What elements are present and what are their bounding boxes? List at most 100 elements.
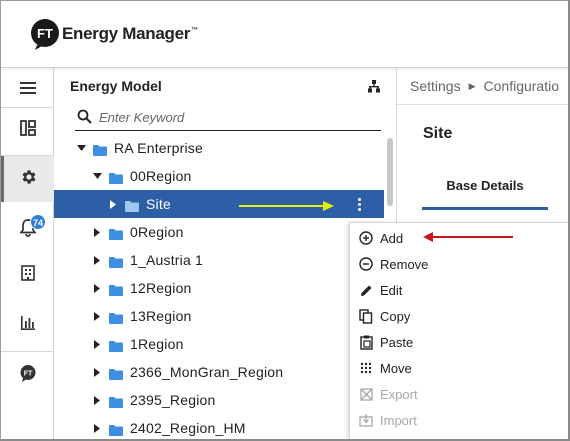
menu-item-paste[interactable]: Paste: [350, 329, 550, 355]
top-bar: FT Energy Manager™: [1, 1, 568, 68]
ft-logo-icon: FT: [29, 18, 61, 50]
caret-right-icon[interactable]: [91, 282, 103, 294]
notification-count-badge: 74: [30, 214, 47, 230]
annotation-arrow-yellow: [239, 199, 335, 217]
svg-text:FT: FT: [23, 370, 32, 377]
tree-node-2402-region-hm[interactable]: 2402_Region_HM: [54, 414, 384, 439]
ft-chat-icon: FT: [19, 364, 37, 387]
menu-item-label: Edit: [380, 282, 403, 298]
add-circle-icon: [358, 230, 374, 246]
menu-item-label: Export: [380, 386, 418, 402]
active-tab-indicator: [422, 207, 548, 210]
tree-node-0region[interactable]: 0Region: [54, 218, 384, 246]
svg-text:FT: FT: [37, 26, 53, 41]
caret-down-icon[interactable]: [75, 142, 87, 154]
energy-model-panel: Energy Model RA Enterprise 00Region: [54, 68, 397, 439]
caret-right-icon[interactable]: [91, 254, 103, 266]
tree-node-label: 13Region: [130, 308, 192, 324]
rail-reports-button[interactable]: [1, 303, 54, 347]
tree-node-label: 2366_MonGran_Region: [130, 364, 284, 380]
hierarchy-icon[interactable]: [368, 80, 380, 98]
panel-title: Energy Model: [70, 78, 162, 94]
tree-node-00region[interactable]: 00Region: [54, 162, 384, 190]
tree-node-label: 1Region: [130, 336, 184, 352]
caret-right-icon[interactable]: [91, 366, 103, 378]
tree-node-label: 2402_Region_HM: [130, 420, 246, 436]
row-more-options-button[interactable]: [354, 194, 364, 214]
search-input[interactable]: [99, 107, 369, 127]
rail-buildings-button[interactable]: [1, 253, 54, 297]
menu-item-label: Paste: [380, 334, 414, 350]
menu-item-edit[interactable]: Edit: [350, 277, 550, 303]
menu-icon: [19, 81, 36, 99]
folder-icon: [93, 143, 107, 156]
chevron-right-icon: ▶: [468, 81, 476, 91]
tree-node-label: 00Region: [130, 168, 192, 184]
tree-node-1-austria-1[interactable]: 1_Austria 1: [54, 246, 384, 274]
tree-node-2395-region[interactable]: 2395_Region: [54, 386, 384, 414]
rail-settings-button[interactable]: [1, 156, 54, 202]
app-name: Energy Manager™: [62, 24, 198, 43]
caret-down-icon[interactable]: [91, 170, 103, 182]
rail-dashboard-button[interactable]: [1, 108, 54, 152]
app-window: FT Energy Manager™ 74 FT Energy Model En…: [0, 0, 570, 441]
folder-icon: [109, 423, 123, 436]
pencil-icon: [358, 282, 374, 298]
menu-item-import[interactable]: Import: [350, 407, 550, 433]
folder-icon: [109, 395, 123, 408]
caret-right-icon[interactable]: [91, 394, 103, 406]
annotation-arrow-red: [423, 230, 515, 248]
export-icon: [358, 386, 374, 402]
tree-node-1region[interactable]: 1Region: [54, 330, 384, 358]
caret-right-icon[interactable]: [91, 422, 103, 434]
import-icon: [358, 412, 374, 428]
menu-item-move[interactable]: Move: [350, 355, 550, 381]
bar-chart-icon: [20, 315, 36, 336]
move-icon: [358, 360, 374, 376]
search-icon: [77, 109, 92, 129]
folder-icon: [109, 339, 123, 352]
breadcrumb: Settings ▶ Configuratio: [410, 78, 559, 94]
menu-toggle-button[interactable]: [1, 68, 54, 112]
breadcrumb-settings[interactable]: Settings: [410, 78, 461, 94]
tree-node-13region[interactable]: 13Region: [54, 302, 384, 330]
breadcrumb-configuration[interactable]: Configuratio: [484, 78, 560, 94]
left-nav-rail: 74 FT: [1, 68, 54, 439]
menu-item-label: Add: [380, 230, 404, 246]
menu-item-copy[interactable]: Copy: [350, 303, 550, 329]
menu-item-label: Copy: [380, 308, 411, 324]
folder-icon: [109, 311, 123, 324]
menu-item-remove[interactable]: Remove: [350, 251, 550, 277]
menu-item-label: Import: [380, 412, 417, 428]
app-logo[interactable]: FT Energy Manager™: [29, 18, 198, 50]
caret-right-icon[interactable]: [107, 198, 119, 210]
tree-node-ra-enterprise[interactable]: RA Enterprise: [54, 134, 384, 162]
dashboard-icon: [19, 119, 36, 141]
tree-node-label: 2395_Region: [130, 392, 216, 408]
tree-scrollbar[interactable]: [387, 138, 393, 206]
rail-chat-button[interactable]: FT: [1, 353, 54, 397]
folder-icon: [109, 171, 123, 184]
tree-node-12region[interactable]: 12Region: [54, 274, 384, 302]
copy-icon: [358, 308, 374, 324]
panel-header: Energy Model: [54, 68, 397, 104]
tab-base-details[interactable]: Base Details: [422, 178, 548, 193]
caret-right-icon[interactable]: [91, 226, 103, 238]
tree-node-label: 12Region: [130, 280, 192, 296]
remove-circle-icon: [358, 256, 374, 272]
tree-node-label: RA Enterprise: [114, 140, 203, 156]
menu-item-export[interactable]: Export: [350, 381, 550, 407]
tree-node-label: 0Region: [130, 224, 184, 240]
folder-icon: [109, 255, 123, 268]
tree-node-label: 1_Austria 1: [130, 252, 204, 268]
folder-icon: [125, 199, 139, 212]
folder-icon: [109, 367, 123, 380]
rail-notifications-button[interactable]: 74: [1, 208, 54, 252]
menu-item-label: Move: [380, 360, 412, 376]
caret-right-icon[interactable]: [91, 338, 103, 350]
tree-node-2366-mongran-region[interactable]: 2366_MonGran_Region: [54, 358, 384, 386]
caret-right-icon[interactable]: [91, 310, 103, 322]
paste-icon: [358, 334, 374, 350]
tree-node-label: Site: [146, 196, 171, 212]
folder-icon: [109, 227, 123, 240]
